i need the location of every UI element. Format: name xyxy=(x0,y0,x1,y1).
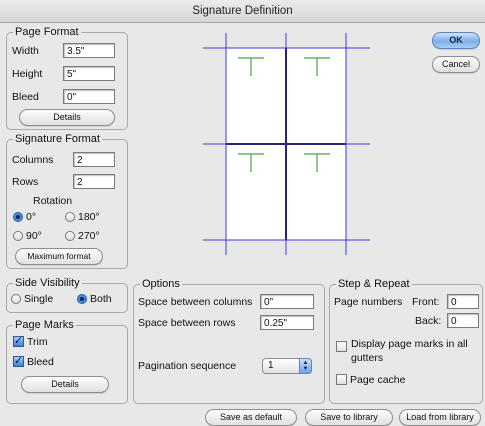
bleed-checkbox[interactable]: Bleed xyxy=(13,354,54,369)
page-format-group: Page Format Width 3.5" Height 5" Bleed 0… xyxy=(6,25,128,130)
page-bottom-left xyxy=(225,143,287,241)
page-marks-legend: Page Marks xyxy=(13,318,76,332)
page-cache-label: Page cache xyxy=(350,374,406,386)
save-as-default-button[interactable]: Save as default xyxy=(205,409,297,426)
radio-icon xyxy=(65,212,75,222)
stepper-arrows-icon: ▲ ▼ xyxy=(299,358,312,374)
page-cache-checkbox[interactable]: Page cache xyxy=(336,373,405,387)
display-marks-checkbox[interactable]: Display page marks in all gutters xyxy=(336,337,476,365)
width-label: Width xyxy=(12,45,39,57)
height-label: Height xyxy=(12,68,43,80)
rotation-0-radio[interactable]: 0° xyxy=(13,210,36,224)
width-field[interactable]: 3.5" xyxy=(63,43,115,58)
back-field[interactable]: 0 xyxy=(447,313,479,328)
window-title: Signature Definition xyxy=(0,0,485,23)
rotation-label: Rotation xyxy=(33,195,73,207)
single-label: Single xyxy=(24,293,54,305)
cancel-button[interactable]: Cancel xyxy=(432,56,480,73)
rotation-180-label: 180° xyxy=(78,211,100,223)
height-field[interactable]: 5" xyxy=(63,66,115,81)
page-numbers-label: Page numbers xyxy=(334,296,403,308)
signature-format-group: Signature Format Columns 2 Rows 2 Rotati… xyxy=(6,132,128,269)
page-format-legend: Page Format xyxy=(13,25,81,39)
step-repeat-group: Step & Repeat Page numbers Front: 0 Back… xyxy=(329,277,483,404)
step-repeat-legend: Step & Repeat xyxy=(336,277,412,291)
space-columns-label: Space between columns xyxy=(138,296,253,308)
front-label: Front: xyxy=(412,296,440,308)
rotation-90-label: 90° xyxy=(26,230,42,242)
rotation-0-label: 0° xyxy=(26,211,37,223)
trim-label: Trim xyxy=(27,336,48,348)
both-label: Both xyxy=(90,293,112,305)
pagination-value: 1 xyxy=(268,360,274,371)
bleed-field[interactable]: 0" xyxy=(63,89,115,104)
page-marks-details-button[interactable]: Details xyxy=(21,376,109,393)
side-visibility-legend: Side Visibility xyxy=(13,276,82,290)
trim-checkbox[interactable]: Trim xyxy=(13,334,48,349)
back-label: Back: xyxy=(415,315,442,327)
side-visibility-group: Side Visibility Single Both xyxy=(6,276,128,313)
checkbox-icon xyxy=(336,341,347,352)
display-marks-label: Display page marks in all gutters xyxy=(351,338,468,364)
space-rows-field[interactable]: 0.25" xyxy=(260,315,314,330)
bleed-label: Bleed xyxy=(12,91,39,103)
pagination-label: Pagination sequence xyxy=(138,360,237,372)
radio-selected-icon xyxy=(77,294,87,304)
space-rows-label: Space between rows xyxy=(138,317,236,329)
bleed-mark-label: Bleed xyxy=(27,356,54,368)
signature-format-legend: Signature Format xyxy=(13,132,102,146)
radio-icon xyxy=(11,294,21,304)
columns-label: Columns xyxy=(12,154,54,166)
checkbox-checked-icon xyxy=(13,354,24,368)
load-from-library-button[interactable]: Load from library xyxy=(399,409,481,426)
rotation-180-radio[interactable]: 180° xyxy=(65,210,100,224)
front-field[interactable]: 0 xyxy=(447,294,479,309)
page-format-details-button[interactable]: Details xyxy=(19,109,115,126)
save-to-library-button[interactable]: Save to library xyxy=(305,409,393,426)
signature-preview xyxy=(203,33,370,255)
rotation-270-label: 270° xyxy=(78,230,100,242)
page-bottom-right xyxy=(285,143,347,241)
radio-selected-icon xyxy=(13,212,23,222)
maximum-format-button[interactable]: Maximum format xyxy=(15,248,103,265)
options-legend: Options xyxy=(140,277,182,291)
page-marks-group: Page Marks Trim Bleed Details xyxy=(6,318,128,404)
checkbox-checked-icon xyxy=(13,334,24,348)
rotation-270-radio[interactable]: 270° xyxy=(65,229,100,243)
rows-field[interactable]: 2 xyxy=(73,174,115,189)
both-sides-radio[interactable]: Both xyxy=(77,292,112,306)
columns-field[interactable]: 2 xyxy=(73,152,115,167)
single-side-radio[interactable]: Single xyxy=(11,292,53,306)
rows-label: Rows xyxy=(12,176,39,188)
ok-button[interactable]: OK xyxy=(432,32,480,49)
page-top-right xyxy=(285,47,347,145)
page-top-left xyxy=(225,47,287,145)
space-columns-field[interactable]: 0" xyxy=(260,294,314,309)
options-group: Options Space between columns 0" Space b… xyxy=(133,277,325,404)
radio-icon xyxy=(13,231,23,241)
pagination-select[interactable]: 1 ▲ ▼ xyxy=(262,358,312,374)
checkbox-icon xyxy=(336,374,347,385)
radio-icon xyxy=(65,231,75,241)
rotation-90-radio[interactable]: 90° xyxy=(13,229,42,243)
